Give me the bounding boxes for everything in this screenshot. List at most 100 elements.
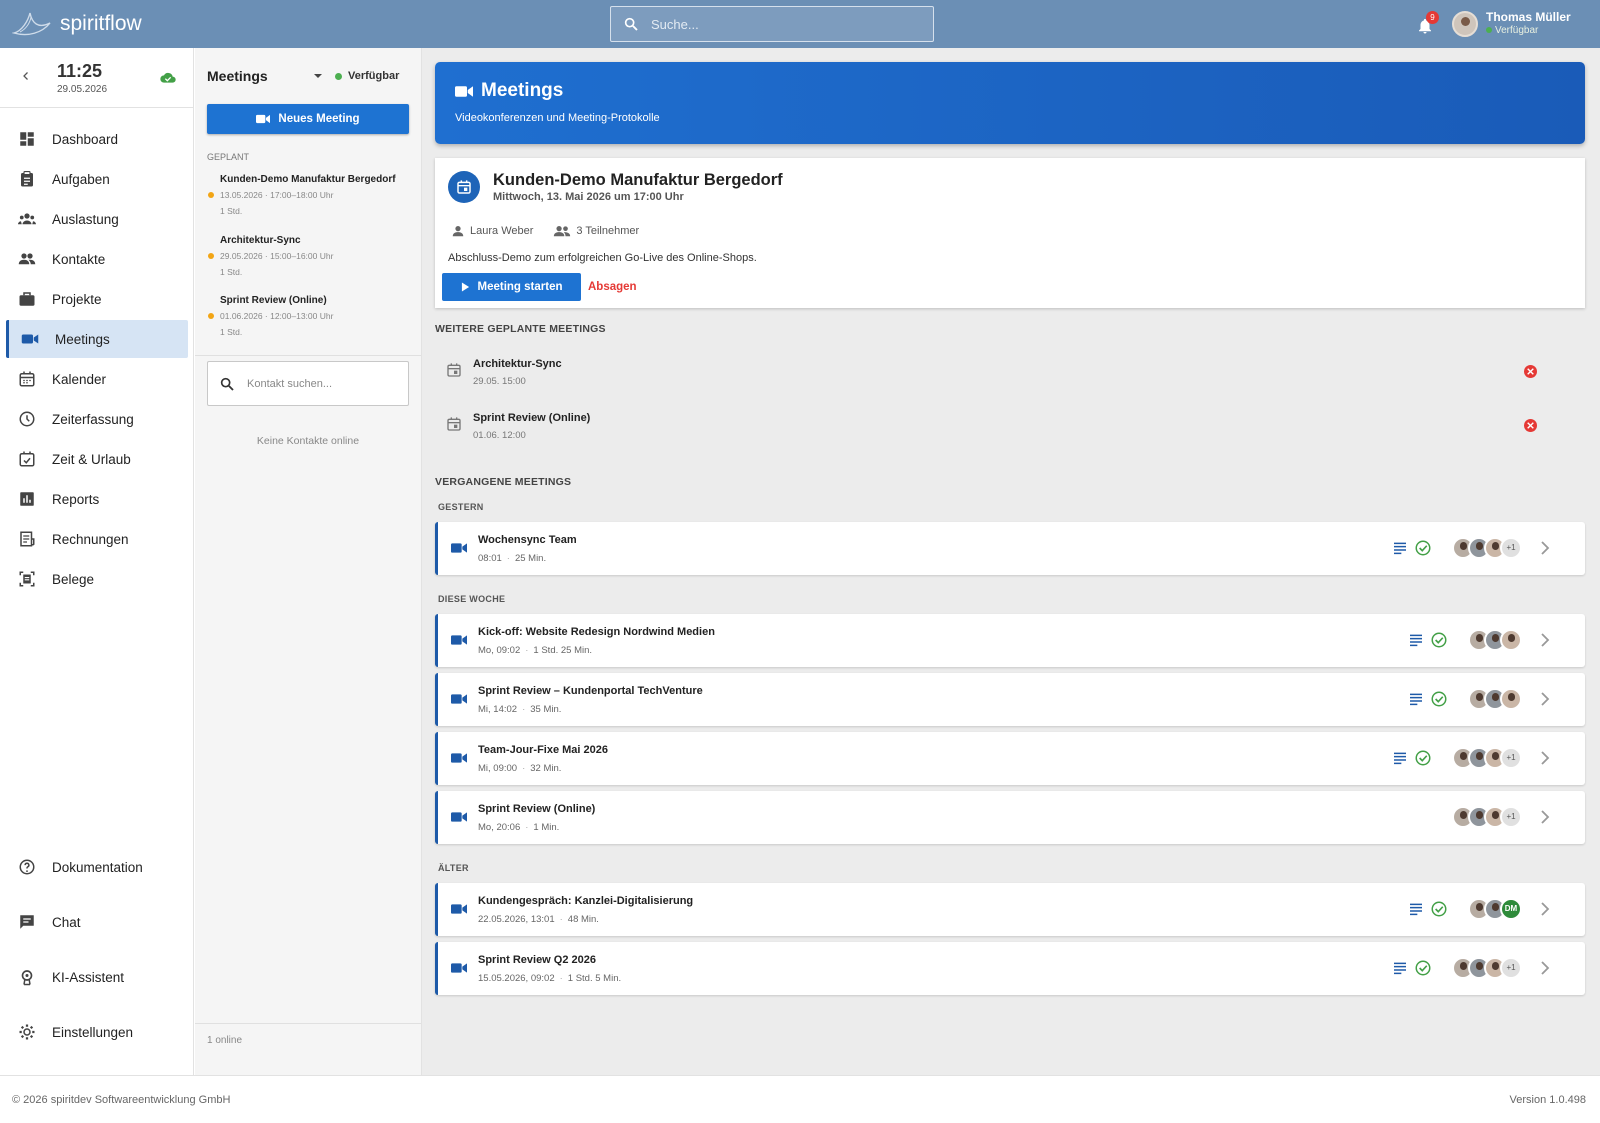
user-menu[interactable]: Thomas Müller Verfügbar bbox=[1452, 11, 1571, 37]
contact-search-input[interactable]: Kontakt suchen... bbox=[207, 361, 409, 406]
avatar-extra: +1 bbox=[1500, 957, 1522, 979]
upcoming-meeting-item[interactable]: Sprint Review (Online) 01.06. 12:00 bbox=[435, 400, 1585, 452]
new-meeting-label: Neues Meeting bbox=[278, 113, 360, 125]
app-name: spiritflow bbox=[60, 12, 142, 35]
clipboard-icon bbox=[21, 170, 33, 187]
past-group-heading: ÄLTER bbox=[438, 863, 469, 873]
sidebar-item-rechnungen[interactable]: Rechnungen bbox=[6, 520, 188, 558]
sidebar-item-label: Auslastung bbox=[52, 211, 119, 227]
page-header: Meetings Videokonferenzen und Meeting-Pr… bbox=[435, 62, 1585, 144]
sidebar-item-reports[interactable]: Reports bbox=[6, 480, 188, 518]
new-meeting-button[interactable]: Neues Meeting bbox=[207, 104, 409, 134]
sidebar-item-einstellungen[interactable]: Einstellungen bbox=[6, 1013, 188, 1051]
calendar-icon bbox=[19, 371, 35, 387]
past-meeting-time: Mi, 09:00 bbox=[478, 763, 518, 774]
sidebar-item-dokumentation[interactable]: Dokumentation bbox=[6, 848, 188, 886]
sidebar-item-zeiterfassung[interactable]: Zeiterfassung bbox=[6, 400, 188, 438]
remove-meeting-button[interactable] bbox=[1524, 419, 1537, 432]
global-search-input[interactable]: Suche... bbox=[610, 6, 934, 42]
panel-title: Meetings bbox=[207, 68, 268, 84]
sidebar-item-label: Chat bbox=[52, 914, 81, 930]
chevron-right-icon[interactable] bbox=[1539, 633, 1551, 647]
version: Version 1.0.498 bbox=[1509, 1094, 1586, 1106]
upcoming-meeting-title: Architektur-Sync bbox=[473, 358, 562, 370]
main-content: Meetings Videokonferenzen und Meeting-Pr… bbox=[422, 48, 1600, 1075]
sidebar-item-label: Meetings bbox=[55, 331, 110, 347]
video-icon bbox=[451, 753, 467, 763]
clock-row: 11:25 29.05.2026 bbox=[0, 48, 193, 108]
sidebar-item-aufgaben[interactable]: Aufgaben bbox=[6, 160, 188, 198]
sidebar-item-belege[interactable]: Belege bbox=[6, 560, 188, 598]
remove-meeting-button[interactable] bbox=[1524, 365, 1537, 378]
avatar-extra: +1 bbox=[1500, 806, 1522, 828]
app-logo[interactable]: spiritflow bbox=[12, 11, 142, 37]
planned-meeting-item[interactable]: Architektur-Sync 29.05.2026 · 15:00–16:00… bbox=[208, 235, 415, 277]
sidebar-item-dashboard[interactable]: Dashboard bbox=[6, 120, 188, 158]
protocol-icon[interactable] bbox=[1392, 750, 1408, 766]
close-icon bbox=[1527, 422, 1534, 429]
upcoming-meeting-item[interactable]: Architektur-Sync 29.05. 15:00 bbox=[435, 346, 1585, 398]
protocol-icon[interactable] bbox=[1392, 960, 1408, 976]
chevron-down-icon[interactable] bbox=[313, 71, 323, 81]
video-icon bbox=[256, 114, 271, 124]
past-meeting-duration: 25 Min. bbox=[514, 553, 547, 564]
past-meeting-row[interactable]: Wochensync Team 08:01 · 25 Min. +1 bbox=[435, 522, 1585, 575]
avatar-extra: DM bbox=[1500, 898, 1522, 920]
chevron-right-icon[interactable] bbox=[1539, 692, 1551, 706]
sidebar-item-auslastung[interactable]: Auslastung bbox=[6, 200, 188, 238]
past-meeting-row[interactable]: Sprint Review Q2 2026 15.05.2026, 09:02 · 1… bbox=[435, 942, 1585, 995]
planned-meeting-item[interactable]: Sprint Review (Online) 01.06.2026 · 12:00… bbox=[208, 295, 415, 337]
protocol-icon[interactable] bbox=[1408, 632, 1424, 648]
main-nav: Dashboard Aufgaben Auslastung Kontakte Proje… bbox=[0, 120, 193, 598]
video-icon bbox=[451, 904, 467, 914]
calendar-check-icon bbox=[19, 451, 35, 467]
no-contacts-text: Keine Kontakte online bbox=[256, 435, 360, 447]
close-icon bbox=[1527, 368, 1534, 375]
past-meeting-row[interactable]: Kundengespräch: Kanzlei-Digitalisierung 2… bbox=[435, 883, 1585, 936]
upcoming-meeting-date: 29.05. 15:00 bbox=[473, 376, 526, 387]
receipt-icon bbox=[20, 531, 35, 547]
past-meeting-duration: 1 Std. 5 Min. bbox=[567, 973, 622, 984]
avatar bbox=[1500, 629, 1522, 651]
sidebar-item-kalender[interactable]: Kalender bbox=[6, 360, 188, 398]
past-meeting-duration: 1 Min. bbox=[533, 822, 560, 833]
sidebar-item-meetings[interactable]: Meetings bbox=[6, 320, 188, 358]
start-meeting-button[interactable]: Meeting starten bbox=[442, 273, 581, 301]
video-icon bbox=[451, 543, 467, 553]
past-meeting-duration: 32 Min. bbox=[530, 763, 562, 774]
chevron-right-icon[interactable] bbox=[1539, 902, 1551, 916]
planned-meeting-date: 13.05.2026 · 17:00–18:00 Uhr bbox=[208, 190, 415, 200]
availability-status[interactable]: Verfügbar bbox=[335, 70, 399, 82]
past-meeting-row[interactable]: Sprint Review (Online) Mo, 20:06 · 1 Min. +1 bbox=[435, 791, 1585, 844]
clock-time: 11:25 bbox=[57, 61, 103, 81]
protocol-icon[interactable] bbox=[1408, 901, 1424, 917]
sidebar-item-label: Einstellungen bbox=[52, 1024, 134, 1040]
sidebar-item-zeit-urlaub[interactable]: Zeit & Urlaub bbox=[6, 440, 188, 478]
cancel-meeting-button[interactable]: Absagen bbox=[588, 281, 637, 293]
sidebar-item-ki-assistent[interactable]: KI-Assistent bbox=[6, 958, 188, 996]
check-circle-icon bbox=[1415, 960, 1431, 976]
planned-meeting-item[interactable]: Kunden-Demo Manufaktur Bergedorf 13.05.20… bbox=[208, 174, 415, 216]
sidebar-item-chat[interactable]: Chat bbox=[6, 903, 188, 941]
protocol-icon[interactable] bbox=[1408, 691, 1424, 707]
past-meeting-row[interactable]: Sprint Review – Kundenportal TechVenture… bbox=[435, 673, 1585, 726]
sidebar-item-projekte[interactable]: Projekte bbox=[6, 280, 188, 318]
sidebar-item-label: Reports bbox=[52, 491, 100, 507]
sidebar-item-kontakte[interactable]: Kontakte bbox=[6, 240, 188, 278]
notifications-button[interactable]: 9 bbox=[1416, 11, 1439, 36]
past-meeting-title: Team-Jour-Fixe Mai 2026 bbox=[478, 744, 609, 756]
chevron-right-icon[interactable] bbox=[1539, 961, 1551, 975]
video-icon bbox=[455, 85, 473, 97]
copyright: © 2026 spiritdev Softwareentwicklung Gmb… bbox=[12, 1094, 231, 1106]
chevron-right-icon[interactable] bbox=[1539, 541, 1551, 555]
past-meeting-row[interactable]: Kick-off: Website Redesign Nordwind Medi… bbox=[435, 614, 1585, 667]
protocol-icon[interactable] bbox=[1392, 540, 1408, 556]
past-meeting-row[interactable]: Team-Jour-Fixe Mai 2026 Mi, 09:00 · 32 Min.… bbox=[435, 732, 1585, 785]
meetings-panel: Meetings Verfügbar Neues Meeting GEPLANT… bbox=[195, 48, 422, 1075]
participant-avatars bbox=[1468, 629, 1522, 651]
chevron-right-icon[interactable] bbox=[1539, 810, 1551, 824]
chevron-right-icon[interactable] bbox=[1539, 751, 1551, 765]
collapse-sidebar-icon[interactable] bbox=[20, 70, 32, 82]
ai-assistant-icon bbox=[21, 970, 33, 986]
next-meeting-description: Abschluss-Demo zum erfolgreichen Go-Live… bbox=[448, 252, 757, 264]
